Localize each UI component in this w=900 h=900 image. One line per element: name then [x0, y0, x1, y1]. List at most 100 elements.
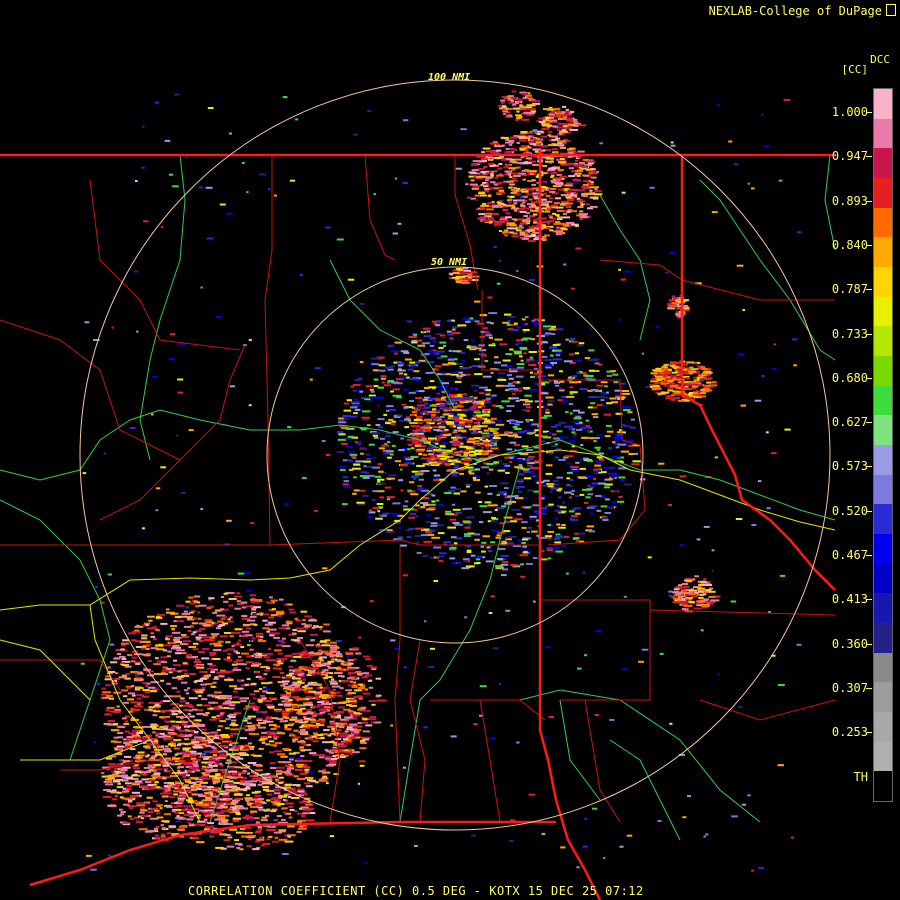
radar-echo — [513, 148, 518, 151]
radar-echo — [154, 781, 159, 784]
radar-echo — [193, 600, 199, 603]
radar-echo — [348, 734, 354, 737]
radar-echo — [211, 756, 218, 759]
radar-echo — [452, 398, 460, 401]
radar-echo — [302, 825, 307, 828]
radar-echo — [271, 608, 276, 611]
radar-echo — [589, 512, 594, 515]
radar-echo — [508, 370, 518, 373]
radar-echo — [200, 683, 207, 686]
radar-echo — [212, 792, 217, 795]
radar-echo — [607, 447, 612, 450]
radar-echo — [128, 632, 136, 635]
radar-echo — [460, 490, 467, 493]
radar-echo — [134, 764, 139, 767]
radar-echo — [212, 789, 218, 792]
radar-echo — [379, 437, 385, 440]
radar-echo — [491, 404, 497, 407]
radar-echo — [238, 727, 246, 730]
radar-echo — [386, 531, 395, 534]
radar-echo — [364, 688, 368, 691]
radar-echo — [431, 500, 436, 503]
radar-echo — [176, 805, 183, 808]
radar-echo — [105, 757, 113, 760]
radar-echo — [241, 617, 251, 620]
radar-echo — [246, 678, 251, 681]
radar-echo — [322, 768, 327, 771]
radar-echo — [181, 791, 186, 794]
radar-echo — [572, 409, 581, 412]
radar-echo — [355, 408, 361, 411]
radar-echo — [136, 687, 144, 689]
radar-echo — [354, 689, 362, 692]
radar-echo — [434, 365, 442, 368]
radar-echo — [356, 501, 365, 504]
radar-echo — [546, 547, 553, 549]
radar-echo — [249, 693, 256, 696]
radar-echo — [568, 403, 573, 405]
radar-echo — [525, 562, 533, 565]
radar-echo — [126, 804, 131, 807]
radar-echo — [350, 385, 354, 388]
radar-echo — [542, 328, 549, 331]
radar-echo — [221, 736, 230, 739]
radar-echo — [329, 672, 334, 675]
radar-echo — [110, 661, 118, 664]
radar-echo — [568, 440, 576, 443]
radar-echo — [513, 322, 518, 325]
radar-echo — [581, 194, 586, 197]
radar-echo — [459, 450, 464, 453]
radar-echo — [271, 797, 280, 800]
radar-echo — [214, 622, 218, 625]
radar-echo — [437, 357, 443, 359]
radar-echo — [126, 785, 133, 787]
radar-echo — [259, 613, 263, 616]
radar-echo — [415, 397, 423, 399]
radar-echo — [164, 720, 171, 723]
radar-echo — [232, 696, 239, 699]
radar-echo — [363, 465, 367, 468]
radar-echo — [203, 624, 211, 627]
radar-echo — [545, 411, 550, 414]
radar-echo — [556, 476, 564, 479]
radar-echo — [387, 456, 392, 459]
radar-echo — [202, 648, 210, 651]
radar-echo — [126, 686, 131, 689]
radar-echo — [494, 356, 499, 359]
radar-echo — [219, 768, 226, 771]
radar-echo — [483, 429, 489, 432]
radar-echo — [231, 745, 241, 748]
radar-echo — [485, 334, 493, 337]
radar-echo — [344, 751, 354, 754]
radar-echo — [463, 339, 469, 342]
radar-echo — [525, 316, 529, 319]
radar-echo — [225, 727, 230, 730]
radar-echo — [416, 404, 426, 407]
radar-echo — [478, 401, 482, 403]
radar-echo — [375, 517, 383, 520]
radar-echo — [308, 652, 314, 655]
radar-echo — [358, 683, 364, 686]
radar-echo — [256, 838, 265, 841]
radar-echo — [121, 717, 127, 720]
radar-echo — [473, 176, 477, 179]
radar-echo — [523, 551, 528, 554]
radar-echo — [329, 644, 338, 647]
radar-echo — [297, 710, 303, 713]
radar-echo — [473, 479, 481, 481]
radar-echo — [217, 806, 223, 809]
radar-echo — [379, 506, 383, 509]
radar-echo — [547, 374, 555, 377]
radar-echo — [545, 206, 550, 209]
radar-echo — [459, 351, 465, 354]
radar-echo — [458, 421, 465, 424]
radar-echo — [144, 830, 153, 833]
radar-echo — [219, 608, 225, 611]
radar-echo — [398, 364, 404, 367]
radar-echo — [201, 636, 211, 639]
radar-echo — [516, 363, 525, 365]
radar-echo — [114, 672, 119, 675]
radar-echo — [253, 606, 262, 609]
radar-echo — [276, 815, 282, 817]
radar-echo — [443, 409, 448, 412]
